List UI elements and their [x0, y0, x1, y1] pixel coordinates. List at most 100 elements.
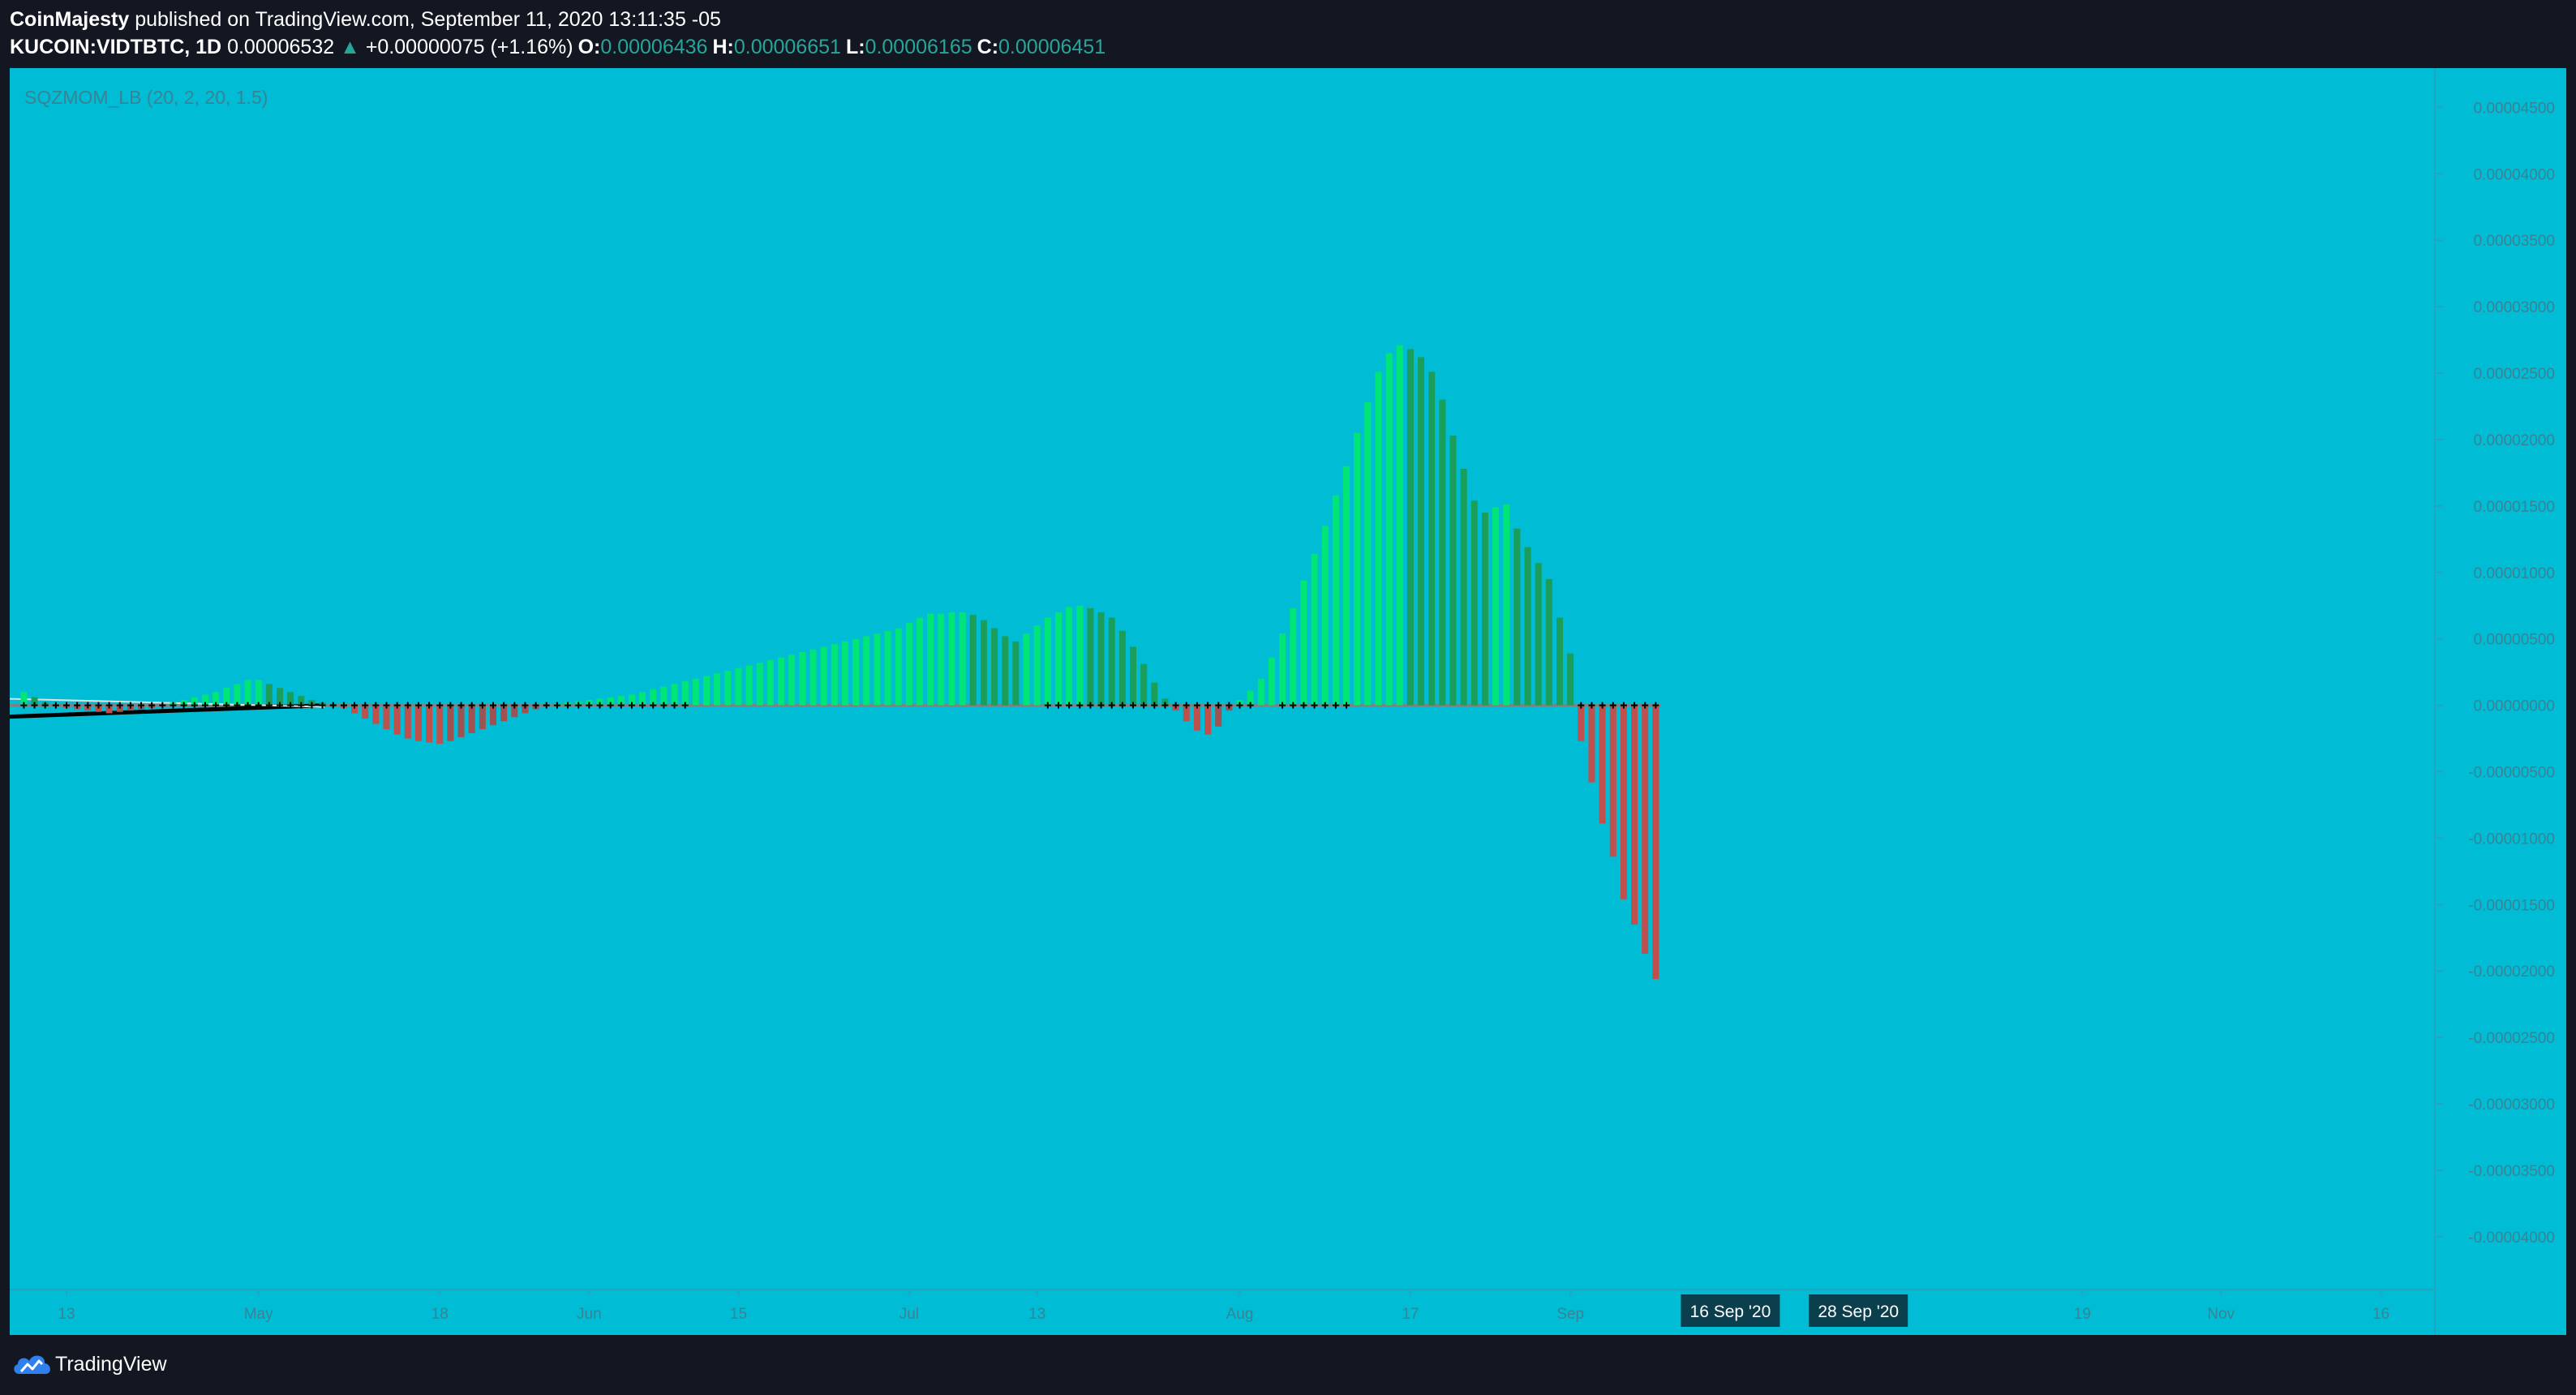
momentum-bar — [1439, 399, 1446, 706]
momentum-bar — [1066, 607, 1073, 706]
price-tick-label: 0.00002000 — [2474, 432, 2555, 449]
momentum-bar — [1204, 705, 1212, 735]
open-key: O: — [577, 36, 601, 58]
momentum-bar — [436, 705, 444, 745]
momentum-bar — [1652, 705, 1659, 980]
momentum-bar — [1428, 371, 1436, 706]
momentum-bar — [703, 676, 710, 706]
momentum-bar — [1311, 553, 1318, 706]
momentum-bar — [414, 705, 422, 741]
momentum-bar — [1524, 547, 1531, 706]
momentum-bar — [457, 705, 465, 737]
time-tick-label: 15 — [730, 1306, 747, 1323]
momentum-bar — [1257, 678, 1264, 706]
momentum-bar — [841, 641, 848, 706]
symbol-label[interactable]: KUCOIN:VIDTBTC, 1D — [10, 36, 221, 58]
momentum-bar — [735, 667, 742, 706]
momentum-bar — [468, 705, 475, 733]
momentum-bar — [917, 617, 923, 706]
time-tick-label: 19 — [2074, 1306, 2091, 1323]
momentum-bar — [799, 652, 806, 706]
time-tick-label: Jul — [899, 1306, 919, 1323]
price-tick-label: -0.00003500 — [2468, 1163, 2555, 1180]
momentum-bar — [905, 623, 912, 706]
price-tick-label: 0.00000500 — [2474, 632, 2555, 649]
price-tick-label: 0.00001000 — [2474, 565, 2555, 582]
low-key: L: — [845, 36, 865, 58]
time-tick-label: Nov — [2207, 1306, 2235, 1323]
momentum-bar — [1460, 468, 1467, 706]
price-tick-label: 0.00000000 — [2474, 698, 2555, 715]
momentum-bar — [1151, 682, 1158, 706]
momentum-bar — [756, 663, 763, 706]
momentum-bar — [1354, 432, 1361, 706]
price-tick-label: -0.00003000 — [2468, 1097, 2555, 1114]
momentum-bar — [1044, 617, 1051, 706]
momentum-bar — [1108, 617, 1115, 706]
price-tick-label: 0.00002500 — [2474, 366, 2555, 383]
time-tick-label: Jun — [577, 1306, 602, 1323]
price-tick-label: 0.00001500 — [2474, 499, 2555, 516]
momentum-bar — [991, 628, 998, 706]
momentum-bar — [404, 705, 411, 739]
time-axis-tag-label: 28 Sep '20 — [1818, 1303, 1899, 1321]
momentum-bar — [1599, 705, 1606, 824]
momentum-bar — [1130, 646, 1136, 706]
price-tick-label: 0.00003000 — [2474, 299, 2555, 316]
momentum-bar — [1375, 371, 1382, 706]
tradingview-brand[interactable]: TradingView — [55, 1350, 167, 1379]
momentum-bar — [244, 680, 251, 706]
momentum-bar — [1076, 605, 1084, 706]
momentum-bar — [1449, 436, 1457, 706]
price-tick-label: -0.00000500 — [2468, 764, 2555, 781]
momentum-bar — [831, 644, 838, 706]
momentum-bar — [1321, 526, 1329, 706]
momentum-bar — [1140, 663, 1148, 706]
momentum-bar — [1513, 528, 1521, 706]
chart-area[interactable]: 0.00004500 0.00004000 0.00003500 0.00003000… — [0, 68, 2576, 1337]
momentum-bar — [1290, 607, 1297, 706]
momentum-bar — [1609, 705, 1616, 857]
time-tick-label: 17 — [1402, 1306, 1419, 1323]
momentum-bar — [1033, 625, 1041, 706]
momentum-bar — [1118, 630, 1126, 706]
momentum-bar — [863, 636, 870, 706]
momentum-bar — [479, 705, 486, 730]
momentum-bar — [383, 705, 390, 730]
chart-background — [10, 68, 2566, 1335]
momentum-bar — [852, 638, 860, 706]
tradingview-cloud-icon[interactable] — [11, 1350, 54, 1377]
momentum-bar — [1193, 705, 1200, 731]
momentum-bar — [809, 649, 817, 706]
up-arrow-icon: ▲ — [340, 36, 360, 58]
indicator-title[interactable]: SQZMOM_LB (20, 2, 20, 1.5) — [24, 87, 268, 108]
close-key: C: — [977, 36, 999, 58]
time-tick-label: 13 — [1028, 1306, 1045, 1323]
open-value: 0.00006436 — [600, 36, 708, 58]
author-name[interactable]: CoinMajesty — [10, 8, 129, 31]
close-value: 0.00006451 — [998, 36, 1106, 58]
momentum-bar — [1418, 357, 1425, 706]
momentum-bar — [255, 680, 262, 706]
price-tick-label: 0.00004000 — [2474, 166, 2555, 183]
price-change: +0.00000075 (+1.16%) — [365, 36, 573, 58]
time-tick-label: Aug — [1226, 1306, 1254, 1323]
published-text: published on TradingView.com, September … — [135, 8, 721, 31]
last-price: 0.00006532 — [227, 36, 335, 58]
momentum-bar — [393, 705, 401, 735]
low-value: 0.00006165 — [865, 36, 972, 58]
momentum-bar — [1396, 345, 1403, 706]
momentum-bar — [1023, 633, 1030, 706]
momentum-bar — [1012, 641, 1020, 706]
momentum-bar — [938, 613, 945, 706]
momentum-bar — [1631, 705, 1638, 925]
momentum-bar — [788, 655, 796, 706]
momentum-bar — [724, 670, 732, 706]
momentum-bar — [874, 633, 881, 706]
momentum-bar — [426, 705, 433, 743]
momentum-bar — [778, 657, 785, 706]
momentum-bar — [959, 612, 966, 706]
momentum-bar — [948, 612, 955, 706]
momentum-bar — [1588, 705, 1595, 783]
time-axis-tag-label: 16 Sep '20 — [1690, 1303, 1771, 1321]
